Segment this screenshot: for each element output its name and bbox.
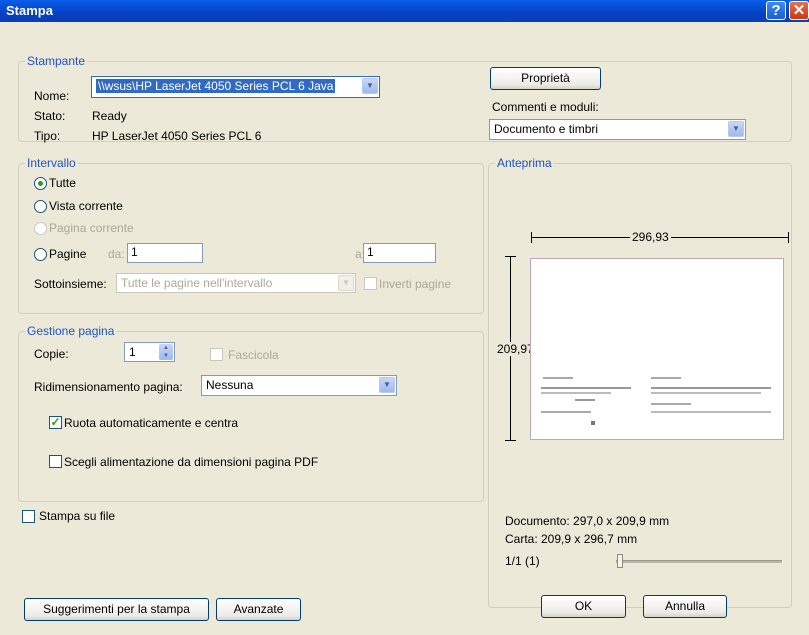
printer-status-value: Ready: [92, 109, 127, 123]
subset-label: Sottoinsieme:: [34, 277, 107, 291]
auto-rotate-checkbox[interactable]: ✓: [49, 416, 62, 429]
reverse-pages-label: Inverti pagine: [379, 277, 452, 291]
cancel-button[interactable]: Annulla: [643, 595, 727, 618]
from-label: da:: [108, 247, 125, 261]
reverse-pages-checkbox: [364, 277, 377, 290]
auto-rotate-label: Ruota automaticamente e centra: [64, 416, 239, 430]
scaling-label: Ridimensionamento pagina:: [34, 380, 183, 394]
spinner-arrows-icon[interactable]: ▲ ▼: [159, 344, 173, 360]
to-page-input[interactable]: 1: [363, 243, 436, 263]
print-dialog: Stampante Nome: \\wsus\HP LaserJet 4050 …: [0, 22, 809, 635]
printer-type-label: Tipo:: [34, 129, 61, 143]
collate-label: Fascicola: [228, 348, 279, 362]
scaling-value: Nessuna: [206, 378, 254, 392]
preview-group-label: Anteprima: [497, 156, 552, 170]
page-slider-thumb[interactable]: [617, 554, 623, 568]
print-to-file-label: Stampa su file: [39, 509, 116, 523]
printer-type-value: HP LaserJet 4050 Series PCL 6: [92, 129, 262, 143]
tips-button[interactable]: Suggerimenti per la stampa: [24, 598, 209, 621]
radio-all-label: Tutte: [49, 176, 76, 190]
print-to-file-checkbox[interactable]: [22, 510, 35, 523]
copies-value: 1: [129, 345, 136, 359]
chevron-down-icon: ▼: [338, 275, 354, 291]
width-value: 296,93: [630, 230, 671, 244]
radio-current-view-label: Vista corrente: [49, 199, 123, 213]
page-handling-group-label: Gestione pagina: [27, 324, 115, 338]
from-page-input[interactable]: 1: [127, 243, 203, 263]
advanced-button[interactable]: Avanzate: [216, 598, 301, 621]
radio-current-view[interactable]: [34, 200, 47, 213]
height-dimension-tick-bottom: [505, 440, 516, 441]
comments-value: Documento e timbri: [494, 122, 599, 136]
copies-stepper[interactable]: 1 ▲ ▼: [124, 342, 175, 362]
printer-group-label: Stampante: [27, 54, 86, 68]
radio-all[interactable]: [34, 177, 47, 190]
page-preview: [530, 258, 784, 440]
collate-checkbox: [210, 348, 223, 361]
choose-source-checkbox[interactable]: [49, 455, 62, 468]
subset-value: Tutte le pagine nell'intervallo: [121, 276, 273, 290]
subset-select: Tutte le pagine nell'intervallo ▼: [116, 273, 356, 293]
scaling-select[interactable]: Nessuna ▼: [201, 375, 397, 396]
window-title: Stampa: [6, 3, 53, 18]
chevron-down-icon[interactable]: ▼: [728, 121, 744, 137]
comments-select[interactable]: Documento e timbri ▼: [489, 119, 746, 140]
comments-label: Commenti e moduli:: [492, 100, 599, 114]
chevron-down-icon[interactable]: ▼: [379, 377, 395, 393]
printer-name-label: Nome:: [34, 89, 70, 103]
radio-current-page-label: Pagina corrente: [49, 221, 134, 235]
printer-name-select[interactable]: \\wsus\HP LaserJet 4050 Series PCL 6 Jav…: [91, 76, 380, 98]
title-bar: Stampa ? ✕: [0, 0, 809, 22]
width-dimension-tick-left: [531, 232, 532, 243]
printer-status-label: Stato:: [34, 109, 66, 123]
radio-pages-label: Pagine: [49, 247, 87, 261]
printer-name-value: \\wsus\HP LaserJet 4050 Series PCL 6 Jav…: [96, 79, 336, 93]
help-button[interactable]: ?: [766, 1, 786, 20]
copies-label: Copie:: [34, 347, 69, 361]
page-slider-track[interactable]: [616, 560, 782, 563]
paper-size-text: Carta: 209,9 x 296,7 mm: [505, 532, 638, 546]
range-group-label: Intervallo: [27, 156, 76, 170]
page-counter-text: 1/1 (1): [505, 554, 540, 568]
radio-current-page: [34, 222, 47, 235]
height-dimension-tick-top: [505, 256, 516, 257]
radio-pages[interactable]: [34, 248, 47, 261]
width-dimension-tick-right: [788, 232, 789, 243]
chevron-down-icon[interactable]: ▼: [362, 78, 378, 94]
close-button[interactable]: ✕: [789, 1, 809, 20]
choose-source-label: Scegli alimentazione da dimensioni pagin…: [64, 455, 319, 469]
ok-button[interactable]: OK: [541, 595, 626, 618]
height-value: 209,97: [497, 342, 534, 356]
document-size-text: Documento: 297,0 x 209,9 mm: [505, 514, 670, 528]
properties-button[interactable]: Proprietà: [490, 67, 601, 90]
